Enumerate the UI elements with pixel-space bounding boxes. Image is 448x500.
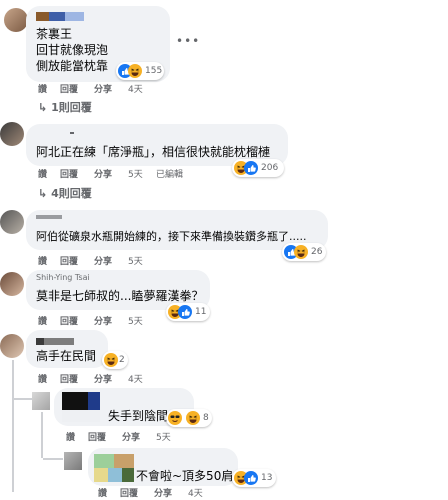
comment-text-line: 阿北正在練「席淨瓶」，相信很快就能枕榴槤 <box>36 145 271 159</box>
reaction-count: 26 <box>311 247 323 257</box>
reply-button[interactable]: 回覆 <box>60 256 78 268</box>
timestamp[interactable]: 5天 <box>128 316 143 328</box>
comment-bubble: 阿伯從礦泉水瓶開始練的，接下來準備換裝鑽多瓶了..... <box>26 210 328 250</box>
share-button[interactable]: 分享 <box>94 316 112 328</box>
haha-reaction-icon <box>186 411 200 425</box>
reaction-summary[interactable]: 11 <box>166 303 210 321</box>
thread-line <box>41 412 43 458</box>
author-name-redacted[interactable] <box>36 215 62 219</box>
comment-text-line: 高手在民間 <box>36 349 97 363</box>
timestamp[interactable]: 4天 <box>128 374 143 386</box>
like-button[interactable]: 讚 <box>38 316 47 328</box>
more-options-icon[interactable]: ••• <box>176 34 200 48</box>
reaction-count: 206 <box>261 163 279 173</box>
avatar[interactable] <box>0 334 24 358</box>
comment-text-line: 側放能當枕靠 <box>36 59 109 73</box>
reply-button[interactable]: 回覆 <box>60 316 78 328</box>
reaction-summary[interactable]: 155 <box>116 62 164 80</box>
comment-text-line: 失手到陰間 <box>108 409 169 423</box>
like-button[interactable]: 讚 <box>38 256 47 268</box>
comment-bubble: 高手在民間 <box>26 330 108 368</box>
replies-count-label: 4則回覆 <box>51 187 92 200</box>
share-button[interactable]: 分享 <box>94 84 112 96</box>
author-name-redacted[interactable] <box>62 392 100 422</box>
like-reaction-icon <box>244 471 258 485</box>
like-button[interactable]: 讚 <box>38 169 47 181</box>
reaction-summary[interactable]: 206 <box>232 159 284 177</box>
reply-connector <box>14 398 32 400</box>
author-name-redacted[interactable] <box>70 132 74 134</box>
like-reaction-icon <box>244 161 258 175</box>
share-button[interactable]: 分享 <box>94 169 112 181</box>
share-button[interactable]: 分享 <box>94 256 112 268</box>
reply-button[interactable]: 回覆 <box>120 488 138 500</box>
like-button[interactable]: 讚 <box>98 488 107 500</box>
thread-line <box>12 360 14 492</box>
reaction-summary[interactable]: 8 <box>166 409 212 427</box>
reaction-count: 155 <box>145 66 163 76</box>
reaction-summary[interactable]: 2 <box>102 351 128 369</box>
comment-text-line: 茶裏王 <box>36 27 73 41</box>
timestamp[interactable]: 5天 <box>128 169 143 181</box>
share-button[interactable]: 分享 <box>94 374 112 386</box>
share-button[interactable]: 分享 <box>154 488 172 500</box>
reply-button[interactable]: 回覆 <box>60 169 78 181</box>
author-name[interactable]: Shih-Ying Tsai <box>36 272 90 284</box>
comment-text-line: 阿伯從礦泉水瓶開始練的，接下來準備換裝鑽多瓶了..... <box>36 230 307 243</box>
like-reaction-icon <box>178 305 192 319</box>
reaction-summary[interactable]: 26 <box>282 243 326 261</box>
avatar[interactable] <box>0 210 24 234</box>
reply-button[interactable]: 回覆 <box>60 84 78 96</box>
reaction-count: 11 <box>195 307 207 317</box>
edited-label: 已編輯 <box>156 170 184 180</box>
timestamp[interactable]: 4天 <box>128 84 143 96</box>
timestamp[interactable]: 5天 <box>128 256 143 268</box>
avatar[interactable] <box>0 122 24 146</box>
author-name-redacted[interactable] <box>94 454 134 482</box>
avatar[interactable] <box>32 392 50 410</box>
haha-reaction-icon <box>104 353 118 367</box>
reaction-count: 2 <box>119 355 125 365</box>
reply-arrow-icon: ↳ <box>38 187 48 200</box>
share-button[interactable]: 分享 <box>122 432 140 444</box>
reply-button[interactable]: 回覆 <box>60 374 78 386</box>
timestamp[interactable]: 5天 <box>156 432 171 444</box>
comment-text-line: 回甘就像現泡 <box>36 43 109 57</box>
reply-arrow-icon: ↳ <box>38 101 48 114</box>
reaction-summary[interactable]: 13 <box>232 469 276 487</box>
timestamp[interactable]: 4天 <box>188 488 203 500</box>
comment-text-line: 不會啦~頂多50肩 <box>136 469 234 483</box>
like-button[interactable]: 讚 <box>38 374 47 386</box>
author-name-redacted[interactable] <box>36 12 84 21</box>
reaction-count: 8 <box>203 413 209 423</box>
avatar[interactable] <box>4 8 28 32</box>
haha-reaction-icon <box>294 245 308 259</box>
like-button[interactable]: 讚 <box>38 84 47 96</box>
comment-bubble: 不會啦~頂多50肩 <box>88 448 238 486</box>
reply-button[interactable]: 回覆 <box>88 432 106 444</box>
view-replies-link[interactable]: ↳ 1則回覆 <box>38 101 92 115</box>
avatar[interactable] <box>64 452 82 470</box>
sunglasses-emoji-icon <box>168 411 182 425</box>
view-replies-link[interactable]: ↳ 4則回覆 <box>38 187 92 201</box>
comment-text-line: 莫非是七師叔的...瞌夢羅漢拳？ <box>36 289 204 303</box>
avatar[interactable] <box>0 272 24 296</box>
author-name-redacted[interactable] <box>36 338 74 345</box>
like-button[interactable]: 讚 <box>66 432 75 444</box>
replies-count-label: 1則回覆 <box>51 101 92 114</box>
reaction-count: 13 <box>261 473 273 483</box>
reply-connector <box>43 458 63 460</box>
haha-reaction-icon <box>128 64 142 78</box>
